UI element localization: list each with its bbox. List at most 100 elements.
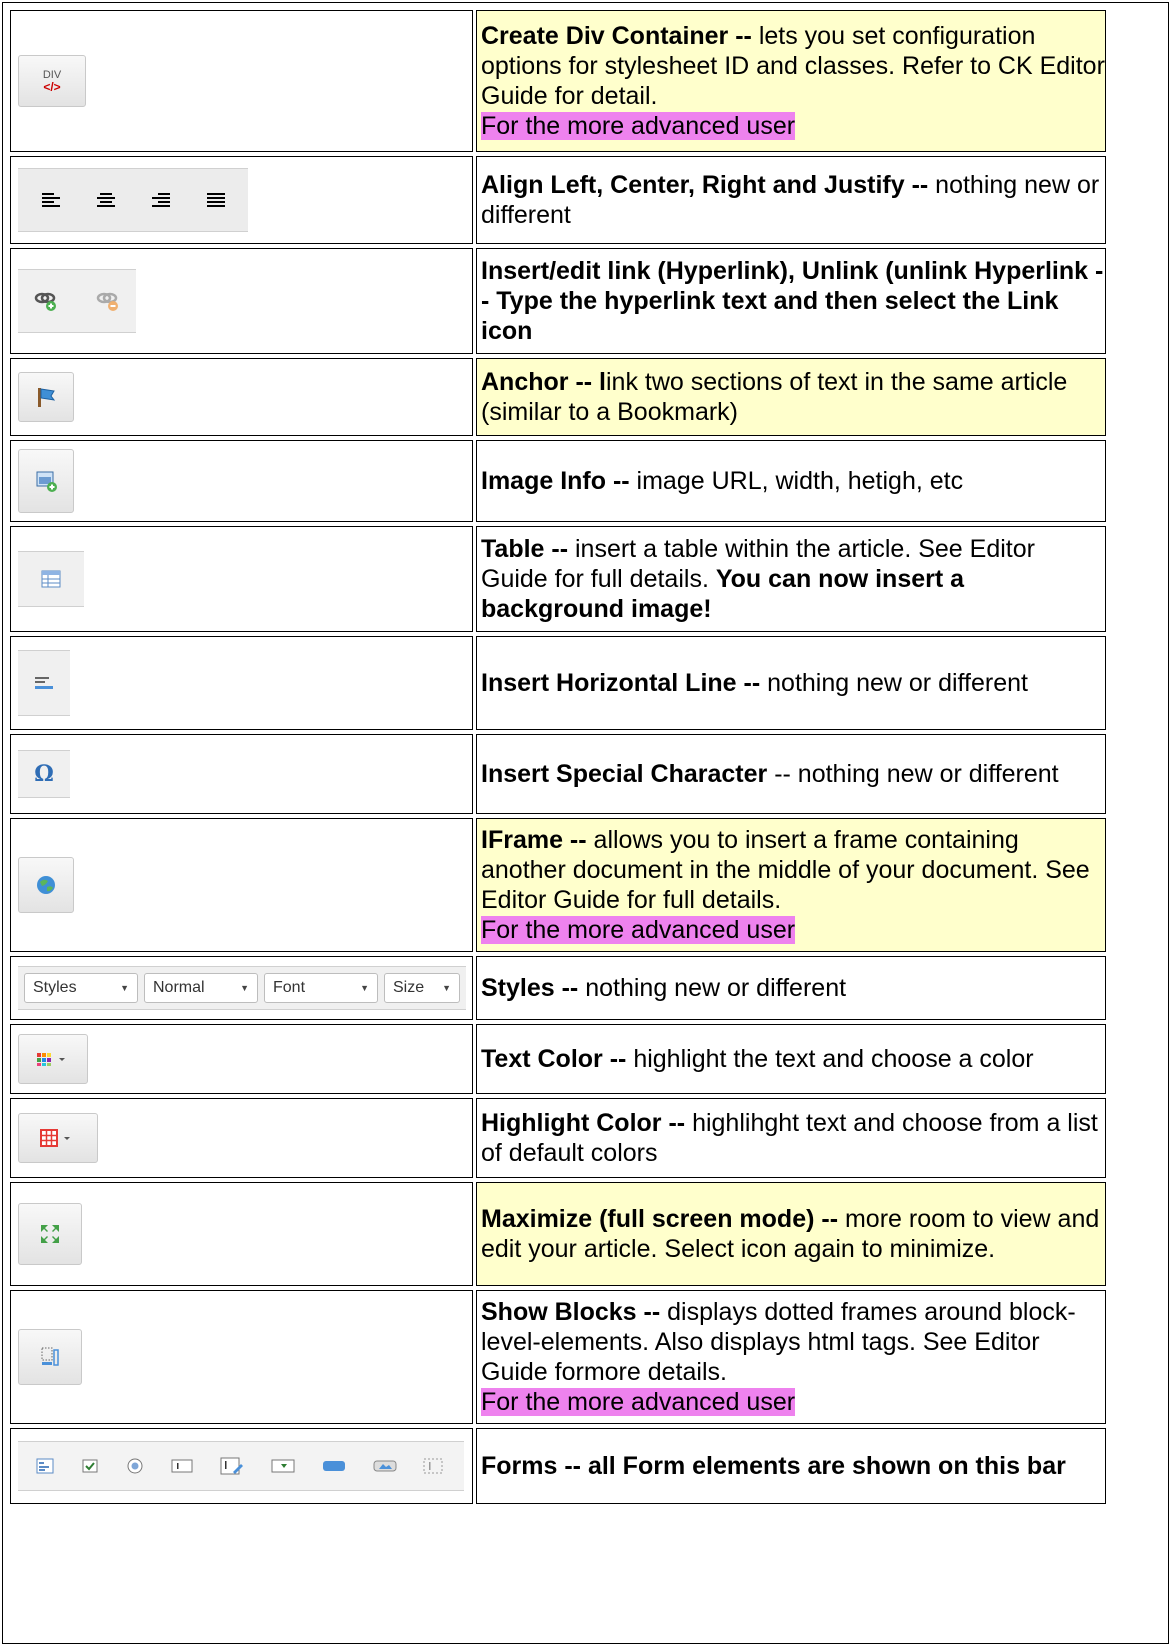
icon-cell — [10, 1098, 473, 1178]
text-color-icon[interactable] — [18, 1034, 88, 1084]
table-row: Align Left, Center, Right and Justify --… — [10, 156, 1106, 244]
row-title: Insert Horizontal Line -- — [481, 669, 761, 697]
table-icon[interactable] — [18, 551, 84, 607]
row-title: Maximize (full screen mode) -- — [481, 1205, 839, 1233]
description-cell: Maximize (full screen mode) -- more room… — [476, 1182, 1106, 1286]
row-desc: highlight the text and choose a color — [626, 1045, 1034, 1073]
div-container-icon[interactable]: DIV </> — [18, 55, 86, 107]
show-blocks-icon[interactable] — [18, 1329, 82, 1385]
row-desc: image URL, width, hetigh, etc — [629, 467, 964, 495]
link-unlink-icons — [18, 269, 136, 333]
row-title: IFrame -- — [481, 826, 587, 854]
link-icon[interactable] — [33, 289, 59, 313]
description-cell: Image Info -- image URL, width, hetigh, … — [476, 440, 1106, 522]
icon-cell: Styles ▼ Normal ▼ Font ▼ Size ▼ — [10, 956, 473, 1020]
globe-icon[interactable] — [18, 857, 74, 913]
row-title: Text Color -- — [481, 1045, 627, 1073]
icon-cell — [10, 1024, 473, 1094]
styles-combo[interactable]: Styles ▼ — [24, 973, 138, 1003]
maximize-icon[interactable] — [18, 1203, 82, 1265]
toolbar-reference-table: DIV </> Create Div Container -- lets you… — [7, 6, 1109, 1508]
icon-cell — [10, 156, 473, 244]
icon-cell — [10, 818, 473, 952]
row-desc: nothing new or different — [760, 669, 1028, 697]
icon-cell: Ω — [10, 734, 473, 814]
image-icon[interactable] — [18, 449, 74, 513]
row-title: Forms -- all Form elements are shown on … — [481, 1452, 1066, 1480]
description-cell: Text Color -- highlight the text and cho… — [476, 1024, 1106, 1094]
icon-cell: DIV </> — [10, 10, 473, 152]
description-cell: Create Div Container -- lets you set con… — [476, 10, 1106, 152]
table-row: Highlight Color -- highlihght text and c… — [10, 1098, 1106, 1178]
style-combos: Styles ▼ Normal ▼ Font ▼ Size ▼ — [18, 966, 466, 1010]
table-row: IFrame -- allows you to insert a frame c… — [10, 818, 1106, 952]
table-row: Table -- insert a table within the artic… — [10, 526, 1106, 632]
omega-icon[interactable]: Ω — [18, 750, 70, 798]
unlink-icon[interactable] — [95, 289, 121, 313]
table-row: Show Blocks -- displays dotted frames ar… — [10, 1290, 1106, 1424]
form-elements-icons — [18, 1441, 464, 1491]
textarea-icon[interactable] — [219, 1456, 245, 1476]
row-title: Styles -- — [481, 974, 579, 1002]
table-row: Anchor -- link two sections of text in t… — [10, 358, 1106, 436]
row-desc: nothing new or different — [578, 974, 847, 1002]
select-icon[interactable] — [270, 1457, 296, 1475]
anchor-flag-icon[interactable] — [18, 372, 74, 422]
row-title: Table -- — [481, 535, 569, 563]
table-row: Styles ▼ Normal ▼ Font ▼ Size ▼ Styles -- no… — [10, 956, 1106, 1020]
icon-cell — [10, 1182, 473, 1286]
font-combo[interactable]: Font ▼ — [264, 973, 378, 1003]
align-center-icon[interactable] — [95, 192, 117, 208]
icon-cell — [10, 1290, 473, 1424]
row-title: Insert/edit link (Hyperlink), Unlink (un… — [481, 257, 1104, 345]
form-icon[interactable] — [35, 1457, 55, 1475]
description-cell: Insert Special Character -- nothing new … — [476, 734, 1106, 814]
hidden-field-icon[interactable] — [422, 1456, 446, 1476]
table-row: Insert/edit link (Hyperlink), Unlink (un… — [10, 248, 1106, 354]
description-cell: Align Left, Center, Right and Justify --… — [476, 156, 1106, 244]
align-justify-icon[interactable] — [205, 192, 227, 208]
radio-icon[interactable] — [125, 1457, 145, 1475]
description-cell: Anchor -- link two sections of text in t… — [476, 358, 1106, 436]
advanced-user-badge: For the more advanced user — [481, 1388, 796, 1416]
size-combo[interactable]: Size ▼ — [384, 973, 460, 1003]
row-title: Insert Special Character — [481, 760, 768, 788]
row-desc: -- nothing new or different — [767, 760, 1059, 788]
align-right-icon[interactable] — [150, 192, 172, 208]
format-combo[interactable]: Normal ▼ — [144, 973, 258, 1003]
row-title: Align Left, Center, Right and Justify -- — [481, 171, 929, 199]
table-row: Maximize (full screen mode) -- more room… — [10, 1182, 1106, 1286]
button-icon[interactable] — [321, 1457, 347, 1475]
icon-cell — [10, 358, 473, 436]
row-title: Anchor -- l — [481, 368, 606, 396]
align-left-icon[interactable] — [40, 192, 62, 208]
align-icons — [18, 168, 248, 232]
table-row: DIV </> Create Div Container -- lets you… — [10, 10, 1106, 152]
highlight-color-icon[interactable] — [18, 1113, 98, 1163]
checkbox-icon[interactable] — [80, 1457, 100, 1475]
row-title: Highlight Color -- — [481, 1109, 686, 1137]
advanced-user-badge: For the more advanced user — [481, 112, 796, 140]
image-button-icon[interactable] — [372, 1457, 398, 1475]
description-cell: Highlight Color -- highlihght text and c… — [476, 1098, 1106, 1178]
description-cell: Styles -- nothing new or different — [476, 956, 1106, 1020]
table-row: Text Color -- highlight the text and cho… — [10, 1024, 1106, 1094]
table-row: Insert Horizontal Line -- nothing new or… — [10, 636, 1106, 730]
description-cell: Show Blocks -- displays dotted frames ar… — [476, 1290, 1106, 1424]
table-row: Forms -- all Form elements are shown on … — [10, 1428, 1106, 1504]
advanced-user-badge: For the more advanced user — [481, 916, 796, 944]
table-row: Ω Insert Special Character -- nothing ne… — [10, 734, 1106, 814]
description-cell: Table -- insert a table within the artic… — [476, 526, 1106, 632]
description-cell: Insert/edit link (Hyperlink), Unlink (un… — [476, 248, 1106, 354]
icon-cell — [10, 248, 473, 354]
icon-cell — [10, 1428, 473, 1504]
icon-cell — [10, 440, 473, 522]
row-title: Create Div Container -- — [481, 22, 752, 50]
horizontal-line-icon[interactable] — [18, 650, 70, 716]
row-title: Show Blocks -- — [481, 1298, 661, 1326]
table-row: Image Info -- image URL, width, hetigh, … — [10, 440, 1106, 522]
text-field-icon[interactable] — [170, 1457, 194, 1475]
row-title: Image Info -- — [481, 467, 630, 495]
description-cell: IFrame -- allows you to insert a frame c… — [476, 818, 1106, 952]
description-cell: Insert Horizontal Line -- nothing new or… — [476, 636, 1106, 730]
